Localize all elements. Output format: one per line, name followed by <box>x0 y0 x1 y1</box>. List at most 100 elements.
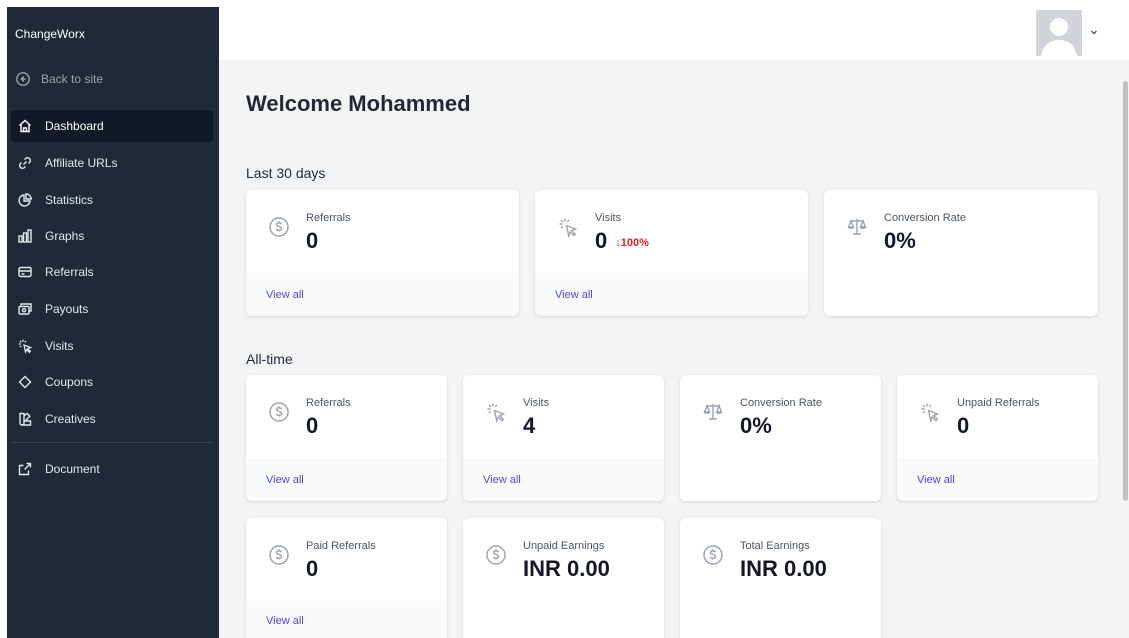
stat-label: Unpaid Referrals <box>957 397 1040 409</box>
scrollbar-thumb[interactable] <box>1123 81 1128 501</box>
page-scrollbar[interactable] <box>1121 67 1129 638</box>
stat-value: 0 <box>306 556 319 581</box>
sidebar-item-label: Affiliate URLs <box>45 156 118 170</box>
cursor-click-icon <box>485 401 507 424</box>
stat-card-conversion-rate-all-time: Conversion Rate 0% <box>680 375 881 501</box>
bar-chart-icon <box>17 228 33 244</box>
color-swatch-icon <box>17 411 33 427</box>
dollar-circle-icon <box>268 544 290 566</box>
stat-value-row: 0 ↓100% <box>595 228 649 254</box>
stat-value: INR 0.00 <box>523 556 610 581</box>
stat-card-unpaid-referrals: Unpaid Referrals 0 View all <box>897 375 1098 501</box>
view-all-link[interactable]: View all <box>483 474 521 486</box>
stat-label: Referrals <box>306 397 351 409</box>
sidebar-item-affiliate-urls[interactable]: Affiliate URLs <box>11 147 213 179</box>
sidebar-item-label: Visits <box>45 339 74 353</box>
stat-card-unpaid-earnings: Unpaid Earnings INR 0.00 <box>463 518 664 638</box>
top-bar <box>219 7 1129 60</box>
sidebar-item-label: Document <box>45 462 100 476</box>
view-all-link[interactable]: View all <box>266 474 304 486</box>
stat-label: Conversion Rate <box>884 212 966 224</box>
sidebar-item-label: Dashboard <box>45 119 104 133</box>
scale-icon <box>846 216 868 238</box>
section-heading-all-time: All-time <box>246 351 293 367</box>
back-to-site-label: Back to site <box>41 72 104 86</box>
sidebar-item-dashboard[interactable]: Dashboard <box>11 110 213 142</box>
stat-label: Visits <box>595 212 622 224</box>
credit-card-icon <box>17 264 33 280</box>
stat-card-total-earnings: Total Earnings INR 0.00 <box>680 518 881 638</box>
stat-label: Total Earnings <box>740 540 810 552</box>
chevron-down-icon[interactable] <box>1088 25 1100 37</box>
sidebar-item-label: Referrals <box>45 265 94 279</box>
cursor-click-icon <box>557 216 579 239</box>
sidebar-item-label: Creatives <box>45 412 96 426</box>
tag-icon <box>17 374 33 390</box>
stat-label: Unpaid Earnings <box>523 540 605 552</box>
dollar-circle-icon <box>268 401 290 423</box>
sidebar-item-statistics[interactable]: Statistics <box>11 184 213 216</box>
card-footer: View all <box>246 273 519 316</box>
brand-name: ChangeWorx <box>15 27 85 41</box>
stat-card-paid-referrals: Paid Referrals 0 View all <box>246 518 447 638</box>
cash-icon <box>17 301 33 317</box>
sidebar-item-coupons[interactable]: Coupons <box>11 366 213 398</box>
sidebar-item-visits[interactable]: Visits <box>11 330 213 362</box>
sidebar-item-graphs[interactable]: Graphs <box>11 220 213 252</box>
card-footer: View all <box>463 458 664 501</box>
stat-label: Conversion Rate <box>740 397 822 409</box>
dollar-circle-icon <box>702 544 724 566</box>
stat-card-referrals-all-time: Referrals 0 View all <box>246 375 447 501</box>
stat-card-referrals-30d: Referrals 0 View all <box>246 190 519 316</box>
stat-value: 0% <box>884 228 916 253</box>
user-avatar[interactable] <box>1036 10 1082 56</box>
stat-value: INR 0.00 <box>740 556 827 581</box>
stat-label: Referrals <box>306 212 351 224</box>
section-heading-last-30-days: Last 30 days <box>246 165 326 181</box>
cursor-click-icon <box>919 401 941 424</box>
stat-value: 4 <box>523 413 536 438</box>
view-all-link[interactable]: View all <box>917 474 955 486</box>
pie-chart-icon <box>17 192 33 208</box>
back-to-site-link[interactable]: Back to site <box>15 71 103 87</box>
card-footer: View all <box>897 458 1098 501</box>
sidebar-item-document[interactable]: Document <box>11 453 213 485</box>
stat-delta-value: 100% <box>620 237 649 249</box>
stat-value: 0 <box>306 228 319 253</box>
view-all-link[interactable]: View all <box>266 615 304 627</box>
view-all-link[interactable]: View all <box>555 289 593 301</box>
sidebar-divider <box>11 442 213 443</box>
stat-value: 0 <box>306 413 319 438</box>
stat-value: 0 <box>595 228 608 253</box>
stat-value: 0 <box>957 413 970 438</box>
stat-value: 0% <box>740 413 772 438</box>
arrow-circle-left-icon <box>15 71 31 87</box>
view-all-link[interactable]: View all <box>266 289 304 301</box>
stat-label: Paid Referrals <box>306 540 376 552</box>
link-icon <box>17 155 33 171</box>
stat-label: Visits <box>523 397 550 409</box>
dollar-circle-icon <box>485 544 507 566</box>
stat-delta: ↓100% <box>615 237 649 249</box>
dollar-circle-icon <box>268 216 290 238</box>
sidebar-item-label: Payouts <box>45 302 89 316</box>
sidebar-item-label: Coupons <box>45 375 94 389</box>
stat-card-visits-all-time: Visits 4 View all <box>463 375 664 501</box>
sidebar: ChangeWorx Back to site Dashboard Affili… <box>7 7 219 638</box>
sidebar-item-payouts[interactable]: Payouts <box>11 293 213 325</box>
home-icon <box>17 118 33 134</box>
scale-icon <box>702 401 724 423</box>
card-footer: View all <box>246 601 447 638</box>
sidebar-item-creatives[interactable]: Creatives <box>11 403 213 435</box>
card-footer: View all <box>535 273 808 316</box>
stat-card-conversion-rate-30d: Conversion Rate 0% <box>824 190 1098 316</box>
cursor-click-icon <box>17 338 33 354</box>
external-link-icon <box>17 461 33 477</box>
sidebar-item-label: Graphs <box>45 229 85 243</box>
app-frame: ChangeWorx Back to site Dashboard Affili… <box>7 7 1129 638</box>
card-footer: View all <box>246 458 447 501</box>
sidebar-item-label: Statistics <box>45 193 94 207</box>
page-title: Welcome Mohammed <box>246 91 471 116</box>
stat-card-visits-30d: Visits 0 ↓100% View all <box>535 190 808 316</box>
sidebar-item-referrals[interactable]: Referrals <box>11 256 213 288</box>
